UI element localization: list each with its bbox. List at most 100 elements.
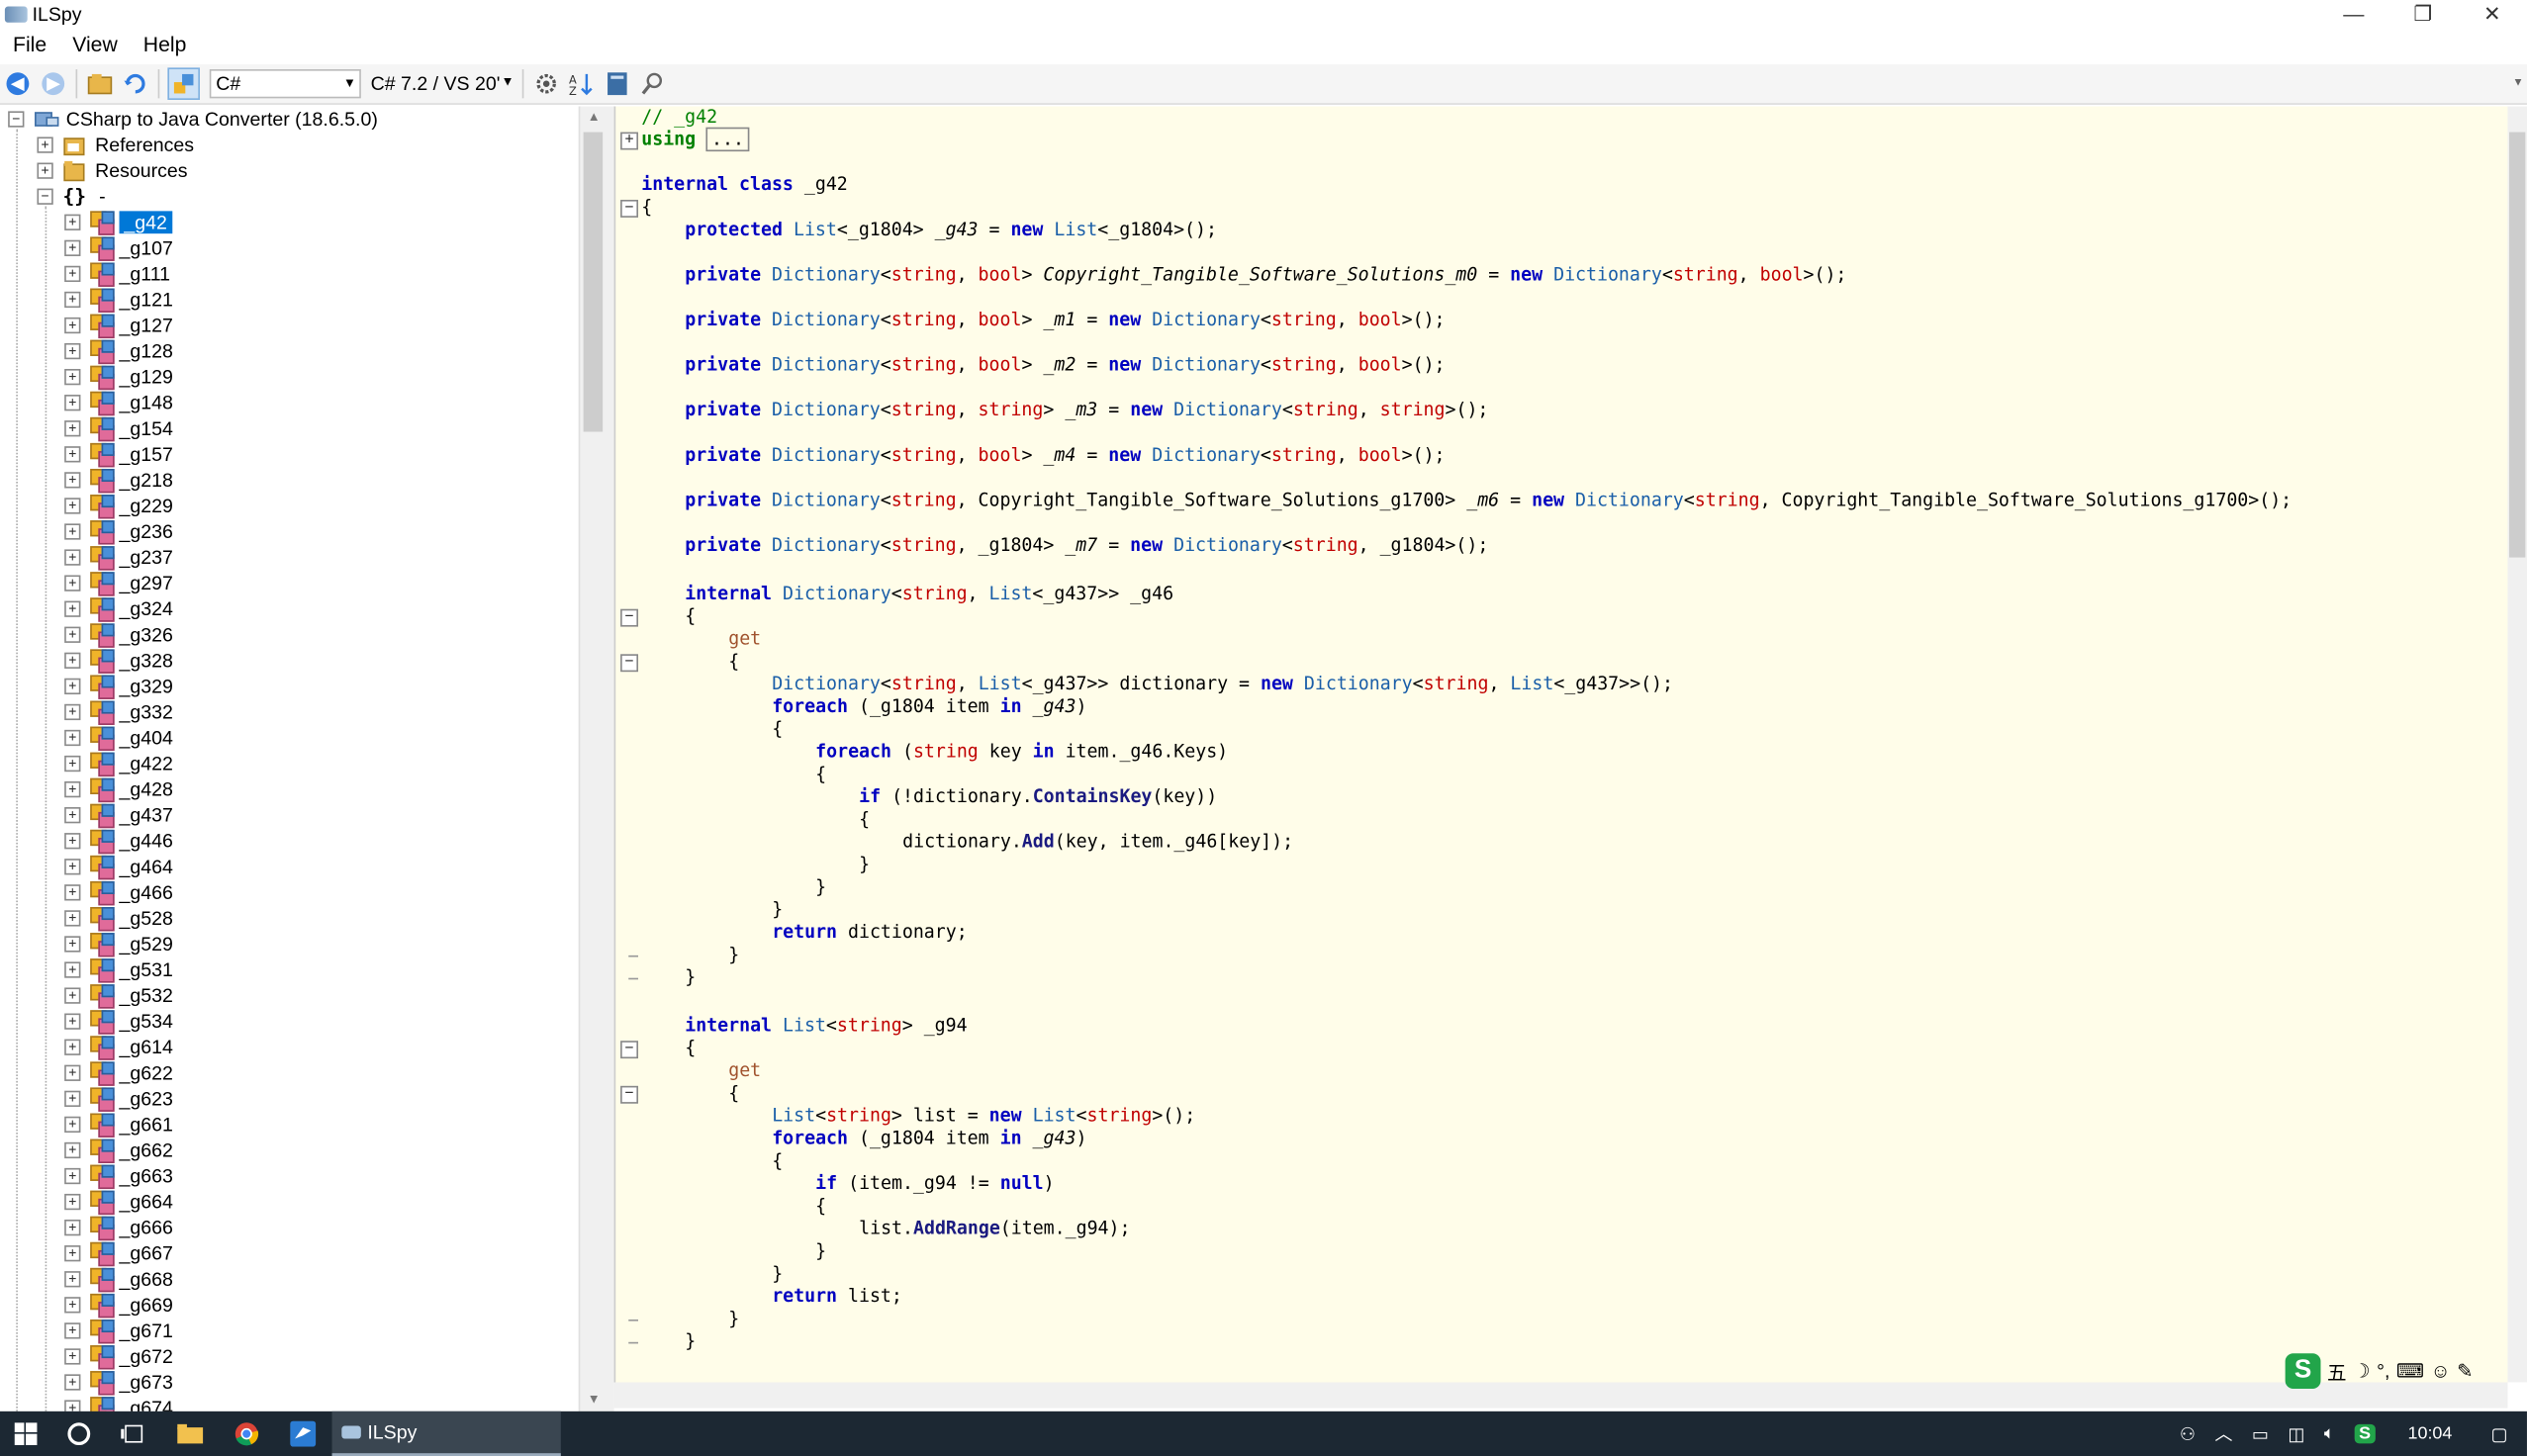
tree-item-class[interactable]: + _g666 (64, 1215, 173, 1241)
menu-help[interactable]: Help (131, 32, 200, 55)
expand-icon[interactable]: + (64, 987, 81, 1004)
tree-item-class[interactable]: + _g324 (64, 596, 173, 622)
expand-icon[interactable]: + (64, 1297, 81, 1314)
expand-icon[interactable]: + (64, 780, 81, 798)
collapse-icon[interactable]: − (37, 188, 53, 205)
expand-icon[interactable]: + (64, 1220, 81, 1236)
people-icon[interactable]: ⚇ (2180, 1423, 2196, 1445)
expand-icon[interactable]: + (64, 446, 81, 463)
expand-icon[interactable]: + (64, 1167, 81, 1185)
tree-item-class[interactable]: + _g297 (64, 571, 173, 596)
tree-item-selected-class[interactable]: + _g42 (64, 210, 172, 235)
panel-splitter[interactable] (606, 106, 614, 1411)
expand-icon[interactable]: + (64, 1374, 81, 1391)
tree-item-namespace[interactable]: − {} - (37, 184, 106, 210)
open-button[interactable] (85, 69, 114, 98)
expand-icon[interactable]: + (64, 626, 81, 643)
tree-item-class[interactable]: + _g157 (64, 441, 173, 468)
toolbar-overflow-icon[interactable]: ▼ (2512, 77, 2523, 88)
expand-region-icon[interactable]: + (620, 132, 639, 150)
ime-mode-label[interactable]: 五 (2327, 1357, 2347, 1385)
collapse-icon[interactable]: − (8, 111, 25, 128)
tree-item-class[interactable]: + _g664 (64, 1189, 173, 1216)
tree-item-class[interactable]: + _g446 (64, 828, 173, 855)
collapse-region-icon[interactable]: − (620, 1041, 639, 1059)
expand-icon[interactable]: + (64, 420, 81, 437)
tree-item-class[interactable]: + _g622 (64, 1060, 173, 1086)
expand-icon[interactable]: + (64, 1090, 81, 1107)
tree-item-class[interactable]: + _g329 (64, 674, 173, 699)
expand-icon[interactable]: + (64, 549, 81, 566)
expand-icon[interactable]: + (64, 910, 81, 927)
assembly-list-button[interactable] (603, 69, 631, 98)
tree-item-class[interactable]: + _g668 (64, 1266, 173, 1293)
expand-icon[interactable]: + (37, 162, 53, 179)
expand-icon[interactable]: + (64, 368, 81, 386)
tree-item-class[interactable]: + _g614 (64, 1035, 173, 1060)
volume-icon[interactable]: 🔈︎ (2324, 1423, 2335, 1444)
expand-icon[interactable]: + (64, 1141, 81, 1159)
expand-icon[interactable]: + (64, 342, 81, 360)
tree-item-class[interactable]: + _g667 (64, 1240, 173, 1267)
expand-icon[interactable]: + (64, 678, 81, 695)
expand-icon[interactable]: + (64, 395, 81, 411)
tree-item-class[interactable]: + _g673 (64, 1369, 173, 1396)
tree-item-class[interactable]: + _g404 (64, 725, 173, 752)
options-button[interactable] (532, 69, 561, 98)
expand-icon[interactable]: + (64, 859, 81, 875)
using-collapsed-box[interactable]: ... (706, 127, 749, 152)
show-internal-toggle[interactable] (167, 67, 200, 100)
tree-item-class[interactable]: + _g623 (64, 1086, 173, 1112)
moon-icon[interactable]: ☽ (2353, 1360, 2371, 1383)
close-button[interactable]: ✕ (2458, 0, 2527, 28)
start-button[interactable] (0, 1411, 51, 1456)
expand-icon[interactable]: + (64, 600, 81, 617)
expand-icon[interactable]: + (64, 936, 81, 953)
expand-icon[interactable]: + (64, 1039, 81, 1055)
expand-icon[interactable]: + (64, 214, 81, 230)
collapse-region-icon[interactable]: − (620, 199, 639, 218)
wrench-icon[interactable]: ✎ (2457, 1360, 2473, 1383)
tree-item-class[interactable]: + _g534 (64, 1009, 173, 1035)
tree-item-class[interactable]: + _g663 (64, 1163, 173, 1190)
tree-item-class[interactable]: + _g128 (64, 338, 173, 365)
tree-item-class[interactable]: + _g326 (64, 622, 173, 648)
chrome-button[interactable] (220, 1411, 274, 1456)
tree-item-references[interactable]: + References (37, 133, 194, 158)
expand-icon[interactable]: + (64, 265, 81, 283)
tree-item-class[interactable]: + _g229 (64, 493, 173, 519)
tree-item-class[interactable]: + _g531 (64, 957, 173, 983)
tree-item-class[interactable]: + _g332 (64, 699, 173, 725)
tree-item-class[interactable]: + _g107 (64, 235, 173, 261)
expand-icon[interactable]: + (37, 136, 53, 153)
expand-icon[interactable]: + (64, 703, 81, 721)
forward-button[interactable]: ▶ (39, 69, 67, 98)
tree-item-class[interactable]: + _g121 (64, 287, 173, 313)
expand-icon[interactable]: + (64, 291, 81, 309)
tree-item-class[interactable]: + _g236 (64, 518, 173, 545)
tree-item-class[interactable]: + _g669 (64, 1292, 173, 1319)
collapse-region-icon[interactable]: − (620, 1085, 639, 1104)
expand-icon[interactable]: + (64, 1271, 81, 1288)
expand-icon[interactable]: + (64, 1245, 81, 1262)
back-button[interactable]: ◀ (3, 69, 32, 98)
tree-item-class[interactable]: + _g671 (64, 1318, 173, 1344)
expand-icon[interactable]: + (64, 833, 81, 850)
expand-icon[interactable]: + (64, 652, 81, 669)
tree-item-class[interactable]: + _g422 (64, 751, 173, 777)
expand-icon[interactable]: + (64, 472, 81, 489)
tree-root-assembly[interactable]: − CSharp to Java Converter (18.6.5.0) (8, 107, 378, 133)
tree-item-class[interactable]: + _g437 (64, 802, 173, 829)
notifications-icon[interactable]: ▢ (2490, 1423, 2507, 1445)
tree-item-class[interactable]: + _g129 (64, 364, 173, 391)
ime-toolbar[interactable]: S 五 ☽ °, ⌨ ☺ ✎ (2285, 1350, 2527, 1392)
ime-tray-icon[interactable]: S (2354, 1423, 2376, 1444)
network-icon[interactable]: ◫ (2288, 1423, 2304, 1445)
tree-item-class[interactable]: + _g127 (64, 313, 173, 339)
keyboard-icon[interactable]: ⌨ (2396, 1360, 2424, 1383)
battery-icon[interactable]: ▭ (2252, 1423, 2269, 1445)
pinned-app-button[interactable] (274, 1411, 332, 1456)
tree-item-class[interactable]: + _g218 (64, 467, 173, 494)
taskbar-ilspy-button[interactable]: ILSpy (331, 1410, 561, 1456)
expand-icon[interactable]: + (64, 575, 81, 592)
